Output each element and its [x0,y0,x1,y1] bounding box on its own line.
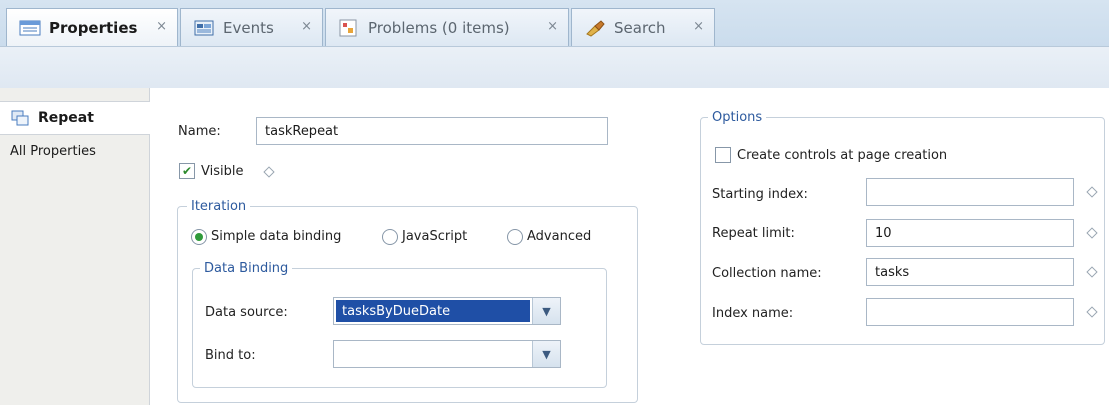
tab-label: Problems (0 items) [368,18,510,37]
tab-label: Properties [49,18,138,37]
create-controls-label: Create controls at page creation [737,148,948,163]
starting-index-label: Starting index: [712,187,808,202]
name-input-value: taskRepeat [265,123,339,139]
tab-label: Events [223,18,274,37]
data-source-label: Data source: [205,305,288,320]
events-icon [194,20,214,35]
repeat-icon [11,110,29,126]
radio-advanced[interactable] [507,229,523,245]
tab-search[interactable]: Search × [571,8,715,46]
collection-name-value: tasks [875,264,910,280]
data-binding-title: Data Binding [200,261,293,276]
chevron-down-icon[interactable]: ▼ [532,341,560,367]
search-icon [586,19,605,37]
nav-item-all-properties[interactable]: All Properties [0,134,150,168]
chevron-down-icon[interactable]: ▼ [532,298,560,324]
properties-icon [19,20,41,35]
nav-item-repeat[interactable]: Repeat [0,101,150,135]
radio-simple-data-binding-label: Simple data binding [211,229,342,244]
tab-properties[interactable]: Properties × [6,8,178,46]
computed-value-icon[interactable] [263,166,275,178]
index-name-label: Index name: [712,306,794,321]
visible-checkbox[interactable]: ✔ [179,163,195,179]
close-icon[interactable]: × [301,19,312,34]
radio-advanced-label: Advanced [527,229,592,244]
collection-name-input[interactable]: tasks [866,258,1074,286]
radio-javascript[interactable] [382,229,398,245]
nav-item-label: All Properties [10,143,96,159]
problems-icon [339,19,357,36]
repeat-limit-value: 10 [875,225,892,241]
repeat-limit-label: Repeat limit: [712,226,795,241]
data-source-select[interactable]: tasksByDueDate ▼ [333,297,561,325]
collection-name-label: Collection name: [712,266,822,281]
data-source-value: tasksByDueDate [336,300,530,322]
repeat-limit-input[interactable]: 10 [866,219,1074,247]
index-name-input[interactable] [866,298,1074,326]
name-label: Name: [178,124,221,139]
starting-index-input[interactable] [866,178,1074,206]
radio-simple-data-binding[interactable] [191,229,207,245]
tab-label: Search [614,18,666,37]
iteration-title: Iteration [187,199,251,214]
radio-javascript-label: JavaScript [402,229,468,244]
data-binding-group [192,268,607,388]
options-title: Options [708,110,767,125]
name-input[interactable]: taskRepeat [256,117,608,145]
bind-to-select[interactable]: ▼ [333,340,561,368]
close-icon[interactable]: × [693,19,704,34]
nav-item-label: Repeat [38,110,94,126]
tab-problems[interactable]: Problems (0 items) × [325,8,569,46]
tab-events[interactable]: Events × [180,8,323,46]
view-toolbar [0,46,1109,88]
create-controls-checkbox[interactable] [715,147,731,163]
bind-to-label: Bind to: [205,348,256,363]
visible-label: Visible [201,164,244,179]
close-icon[interactable]: × [547,19,558,34]
close-icon[interactable]: × [156,19,167,34]
